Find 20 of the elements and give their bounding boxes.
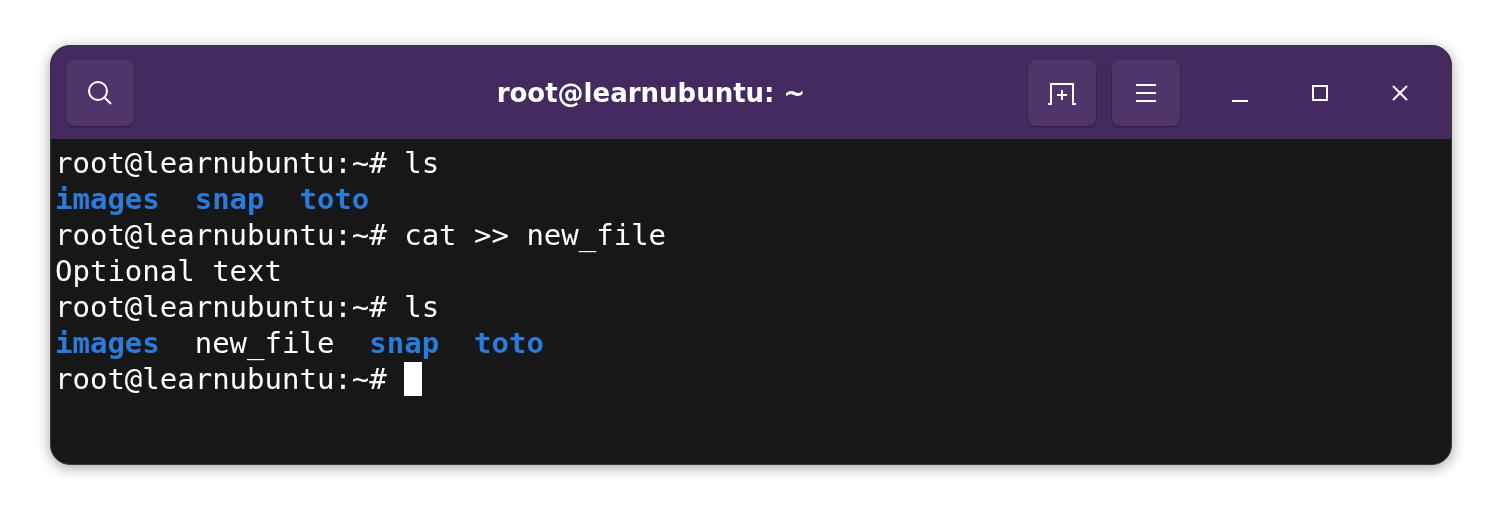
terminal-text: root@learnubuntu:~# ls [55, 289, 440, 325]
window-title: root@learnubuntu: ~ [495, 77, 807, 108]
menu-icon [1135, 82, 1157, 103]
close-icon [1391, 83, 1409, 102]
maximize-icon [1311, 83, 1329, 102]
terminal-text: root@learnubuntu:~# cat >> new_file [55, 217, 667, 253]
terminal-text: new_file [194, 325, 335, 361]
terminal-text: snap [369, 325, 440, 361]
terminal-text: toto [299, 181, 370, 217]
terminal-text: Optional text [55, 253, 282, 289]
terminal-text: root@learnubuntu:~# ls [55, 145, 440, 181]
terminal-text: toto [474, 325, 544, 361]
menu-button[interactable] [1112, 59, 1180, 126]
terminal-text: snap [194, 181, 265, 217]
terminal-text: images [55, 325, 160, 361]
minimize-icon [1231, 99, 1249, 102]
new-tab-button[interactable] [1028, 59, 1096, 126]
terminal-text: root@learnubuntu:~# [55, 361, 387, 397]
terminal-text: images [55, 181, 160, 217]
search-button[interactable] [66, 59, 134, 126]
